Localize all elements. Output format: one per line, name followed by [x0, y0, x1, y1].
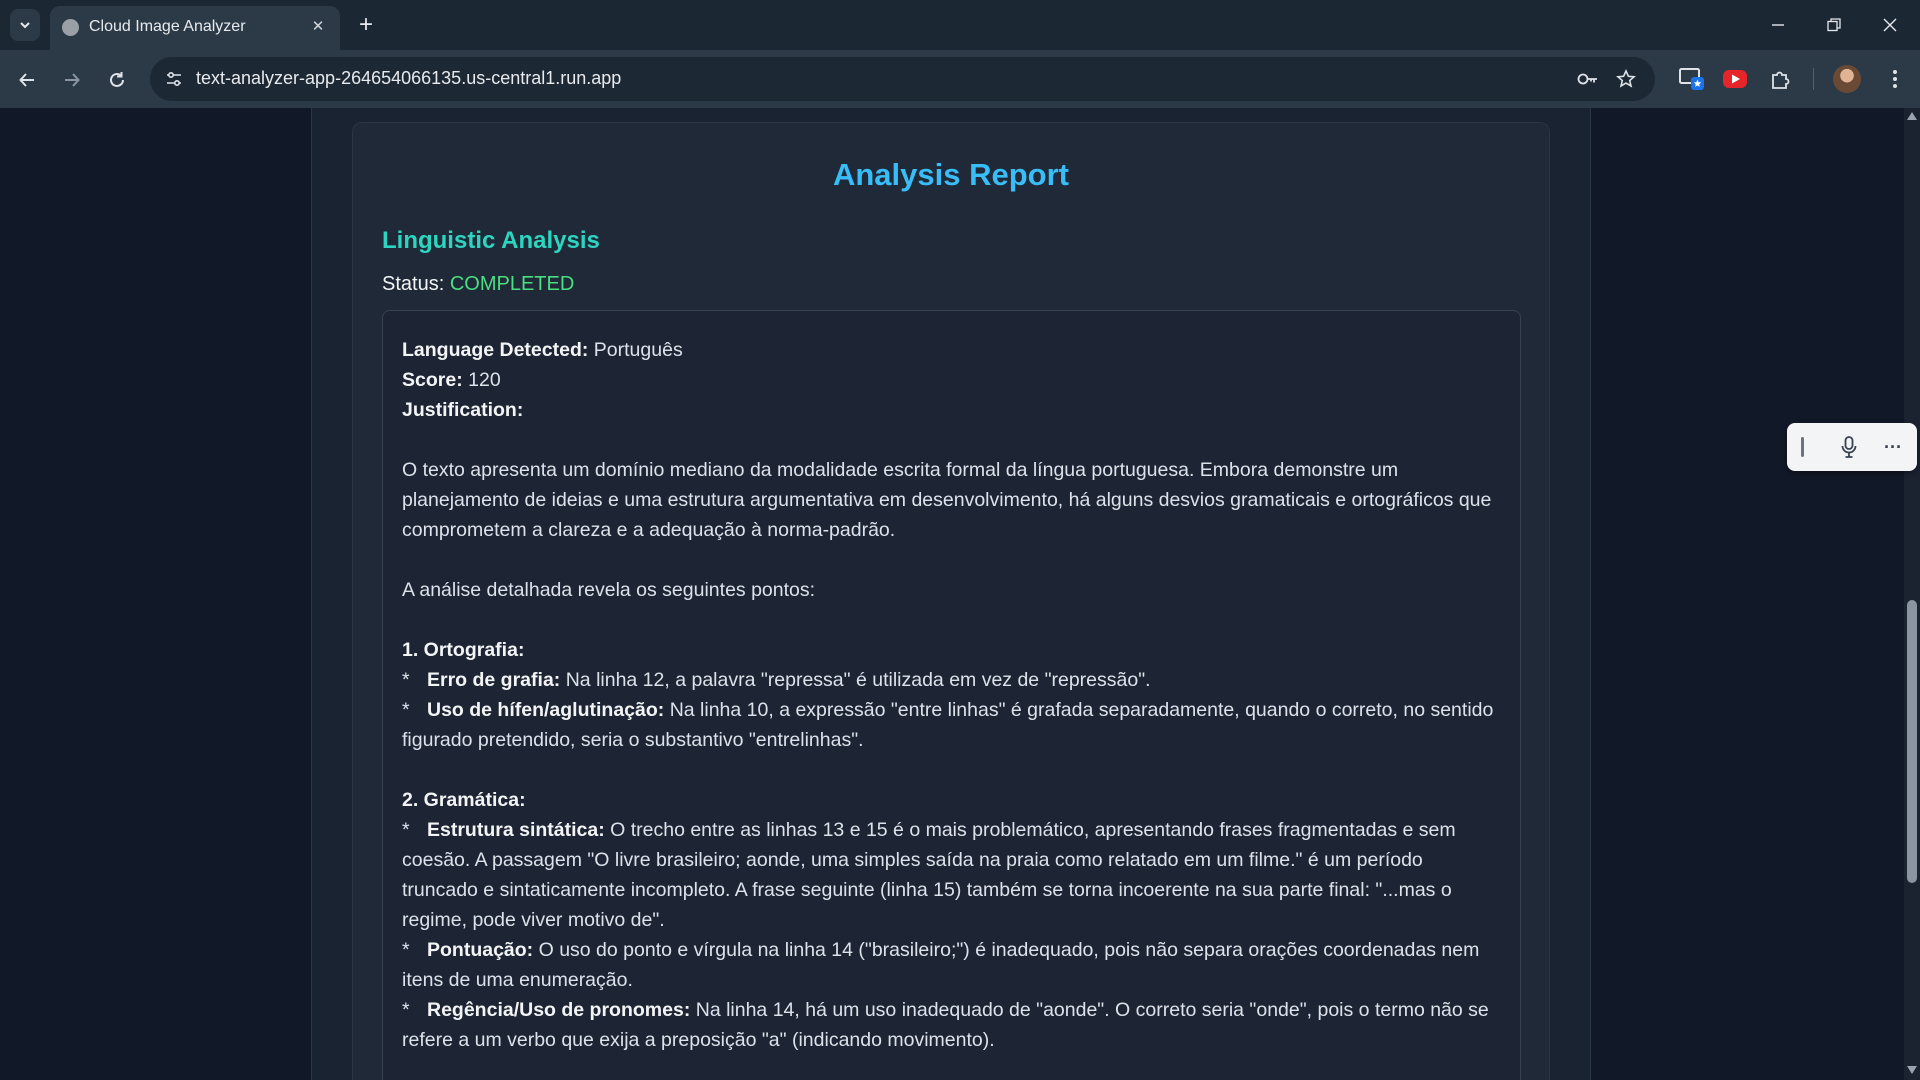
minimize-icon[interactable] — [1750, 0, 1806, 50]
close-tab-icon[interactable]: ✕ — [306, 14, 330, 38]
forward-button[interactable] — [54, 62, 90, 98]
section-heading: 2. Gramática: — [402, 789, 526, 811]
page-container: Analysis Report Linguistic Analysis Stat… — [311, 108, 1591, 1080]
list-item: * Erro de grafia: Na linha 12, a palavra … — [402, 669, 1151, 691]
puzzle-icon[interactable] — [1765, 63, 1797, 95]
cast-icon[interactable] — [1676, 63, 1708, 95]
scroll-up-arrow-icon[interactable] — [1907, 112, 1917, 120]
section-heading: 1. Ortografia: — [402, 639, 525, 661]
toolbar-divider — [1813, 68, 1814, 90]
arrow-left-icon — [19, 73, 34, 87]
list-item: * Regência/Uso de pronomes: Na linha 14, … — [402, 999, 1489, 1051]
list-item: * Estrutura sintática: O trecho entre as … — [402, 819, 1456, 931]
tab-title: Cloud Image Analyzer — [89, 18, 246, 35]
item-text: O uso do ponto e vírgula na linha 14 ("b… — [402, 939, 1480, 991]
report-title: Analysis Report — [832, 157, 1069, 192]
more-icon[interactable]: ··· — [1879, 433, 1907, 461]
item-label: Uso de hífen/aglutinação: — [427, 699, 665, 721]
url-text[interactable]: text-analyzer-app-264654066135.us-centra… — [196, 68, 621, 89]
key-icon[interactable] — [1574, 65, 1602, 93]
reload-icon — [110, 72, 124, 87]
item-label: Regência/Uso de pronomes: — [427, 999, 691, 1021]
reload-button[interactable] — [99, 62, 135, 98]
status-value: COMPLETED — [449, 273, 575, 295]
detail-intro: A análise detalhada revela os seguintes … — [402, 579, 816, 601]
profile-avatar[interactable] — [1833, 65, 1861, 93]
drag-handle-icon[interactable] — [1801, 437, 1804, 457]
scroll-down-arrow-icon[interactable] — [1907, 1066, 1917, 1074]
tune-icon — [167, 71, 181, 87]
new-tab-button[interactable]: + — [350, 9, 382, 41]
kebab-menu-icon[interactable] — [1879, 63, 1911, 95]
site-info-button[interactable] — [160, 65, 188, 93]
language-label: Language Detected: — [402, 339, 589, 361]
report-card: Analysis Report Linguistic Analysis Stat… — [352, 122, 1550, 1080]
analysis-result-box: Language Detected: Português Score: 120 … — [382, 310, 1521, 1080]
justification-line: Justification: — [402, 395, 1501, 425]
youtube-icon[interactable] — [1719, 63, 1751, 95]
page-viewport: Analysis Report Linguistic Analysis Stat… — [0, 108, 1904, 1080]
justification-intro: O texto apresenta um domínio mediano da … — [402, 459, 1492, 541]
section-title: Linguistic Analysis — [382, 227, 600, 254]
language-line: Language Detected: Português — [402, 335, 1501, 365]
list-item: * Uso de hífen/aglutinação: Na linha 10, … — [402, 699, 1494, 751]
status-label: Status: — [382, 273, 445, 295]
item-label: Pontuação: — [427, 939, 534, 961]
browser-tab[interactable]: Cloud Image Analyzer ✕ — [50, 6, 340, 50]
voice-input-widget: ··· — [1787, 423, 1917, 471]
microphone-icon[interactable] — [1835, 433, 1863, 461]
page-scrollbar[interactable] — [1904, 108, 1920, 1080]
bookmark-star-icon[interactable] — [1612, 65, 1640, 93]
restore-icon[interactable] — [1806, 0, 1862, 50]
list-item: * Pontuação: O uso do ponto e vírgula na … — [402, 939, 1480, 991]
item-label: Estrutura sintática: — [427, 819, 605, 841]
tab-list-button[interactable] — [10, 9, 40, 41]
chevron-down-icon — [20, 22, 30, 29]
scrollbar-thumb[interactable] — [1907, 600, 1917, 883]
item-label: Erro de grafia: — [427, 669, 561, 691]
tab-bar: Cloud Image Analyzer ✕ + — [0, 0, 1920, 50]
score-label: Score: — [402, 369, 463, 391]
address-bar[interactable]: text-analyzer-app-264654066135.us-centra… — [150, 57, 1655, 101]
justification-label: Justification: — [402, 399, 524, 421]
browser-toolbar: text-analyzer-app-264654066135.us-centra… — [0, 50, 1920, 108]
status-line: Status: COMPLETED — [382, 273, 574, 296]
arrow-right-icon — [65, 73, 80, 87]
score-value: 120 — [468, 369, 501, 391]
close-window-icon[interactable] — [1862, 0, 1918, 50]
language-value: Português — [593, 339, 683, 361]
item-text: Na linha 12, a palavra "repressa" é util… — [565, 669, 1151, 691]
globe-icon — [62, 19, 79, 36]
score-line: Score: 120 — [402, 365, 1501, 395]
back-button[interactable] — [9, 62, 45, 98]
